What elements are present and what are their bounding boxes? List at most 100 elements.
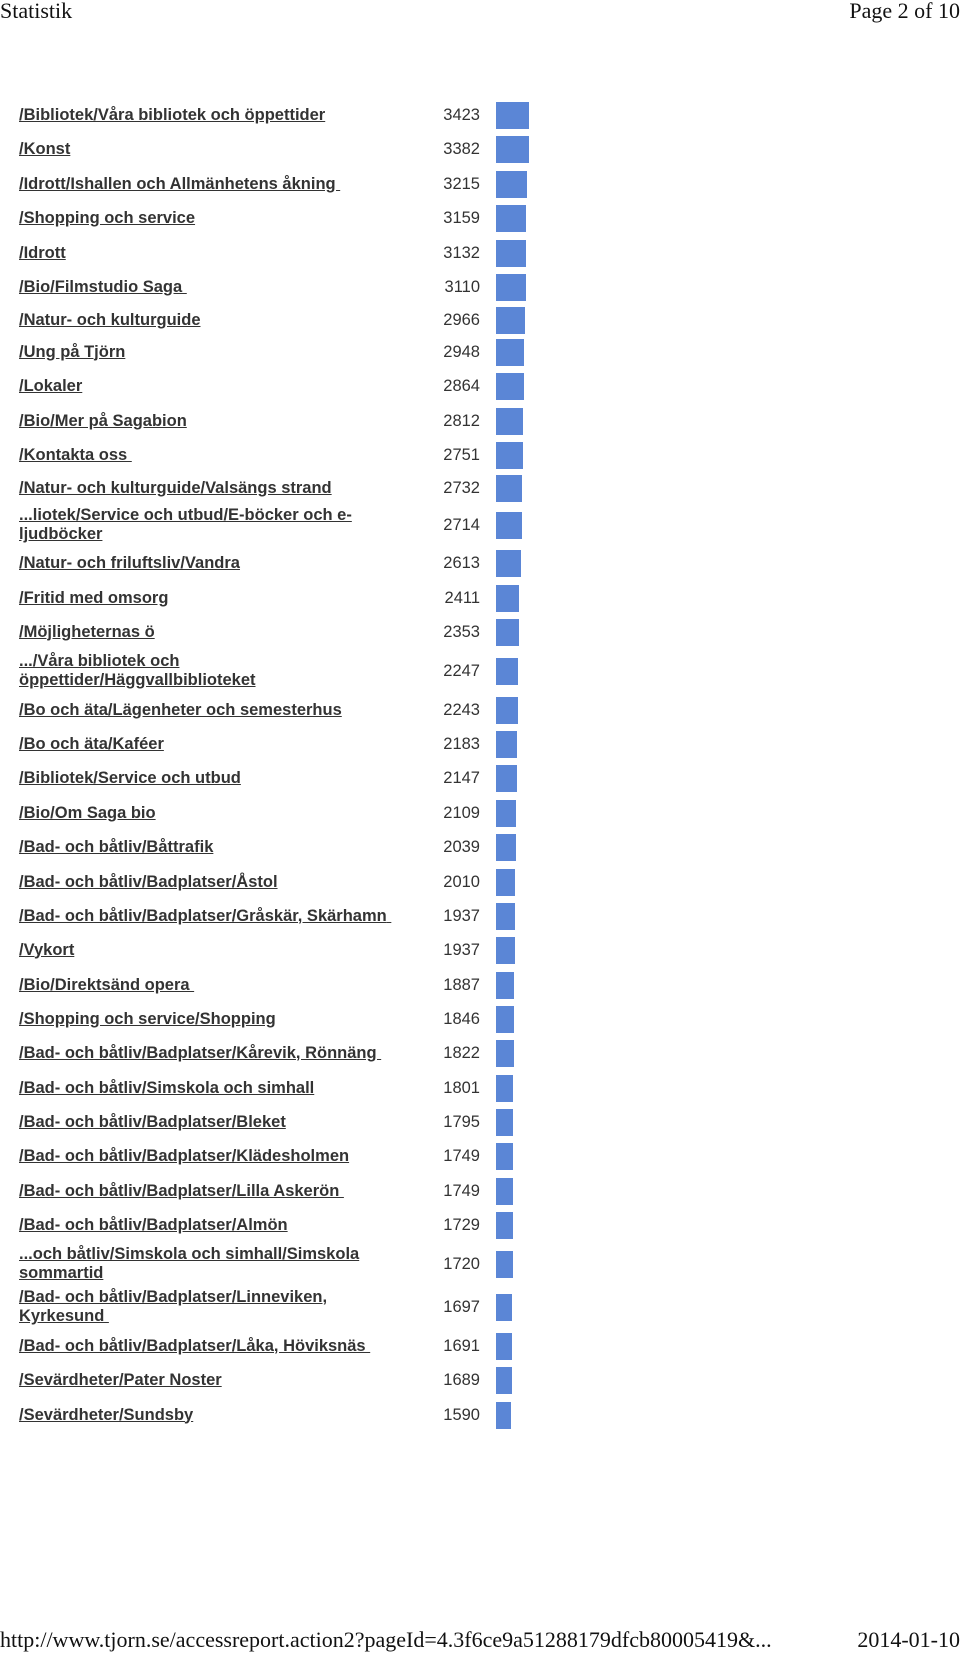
hit-count: 2411 xyxy=(444,588,480,607)
bar xyxy=(496,474,522,502)
bar xyxy=(496,1005,514,1033)
bar xyxy=(496,372,524,400)
hit-count: 1729 xyxy=(443,1215,480,1234)
page-link[interactable]: /Shopping och service/Shopping xyxy=(19,1010,389,1029)
hit-count: 1846 xyxy=(443,1009,480,1028)
bar xyxy=(496,441,523,469)
page-link[interactable]: /Bibliotek/Service och utbud xyxy=(19,769,389,788)
hit-count: 1697 xyxy=(443,1297,480,1316)
hit-count: 3110 xyxy=(444,277,480,296)
hit-count: 2183 xyxy=(443,734,480,753)
page-link[interactable]: /Bad- och båtliv/Båttrafik xyxy=(19,838,389,857)
page-link[interactable]: /Kontakta oss xyxy=(19,446,389,465)
bar xyxy=(496,407,523,435)
page-link[interactable]: /Bad- och båtliv/Badplatser/Gråskär, Skä… xyxy=(19,907,389,926)
page-link[interactable]: /Sevärdheter/Pater Noster xyxy=(19,1371,389,1390)
bar xyxy=(496,1250,513,1278)
hit-count: 1691 xyxy=(443,1336,480,1355)
hit-count: 3132 xyxy=(443,243,480,262)
bar xyxy=(496,764,517,792)
bar xyxy=(496,1039,514,1067)
hit-count: 2714 xyxy=(443,515,480,534)
page-link[interactable]: /Vykort xyxy=(19,941,389,960)
hit-count: 1822 xyxy=(443,1043,480,1062)
hit-count: 3215 xyxy=(443,174,480,193)
bar xyxy=(496,135,529,163)
hit-count: 1795 xyxy=(443,1112,480,1131)
hit-count: 1937 xyxy=(443,906,480,925)
page-link[interactable]: /Bio/Filmstudio Saga xyxy=(19,278,389,297)
bar xyxy=(496,1401,511,1429)
bar xyxy=(496,338,524,366)
page-link[interactable]: ...liotek/Service och utbud/E-böcker och… xyxy=(19,506,389,544)
bar xyxy=(496,306,525,334)
page-link[interactable]: /Natur- och friluftsliv/Vandra xyxy=(19,554,389,573)
bar xyxy=(496,799,516,827)
hit-count: 3382 xyxy=(443,139,480,158)
page-link[interactable]: /Bibliotek/Våra bibliotek och öppettider xyxy=(19,106,389,125)
page-link[interactable]: /Ung på Tjörn xyxy=(19,343,389,362)
hit-count: 1749 xyxy=(443,1181,480,1200)
bar xyxy=(496,1108,513,1136)
hit-count: 1749 xyxy=(443,1146,480,1165)
footer-url: http://www.tjorn.se/accessreport.action2… xyxy=(0,1627,772,1652)
hit-count: 2812 xyxy=(443,411,480,430)
bar xyxy=(496,618,519,646)
bar xyxy=(496,1211,513,1239)
page-link[interactable]: /Bo och äta/Kaféer xyxy=(19,735,389,754)
page-link[interactable]: ...och båtliv/Simskola och simhall/Simsk… xyxy=(19,1245,389,1283)
hit-count: 2039 xyxy=(443,837,480,856)
bar xyxy=(496,101,529,129)
page-link[interactable]: /Bad- och båtliv/Badplatser/Åstol xyxy=(19,873,389,892)
bar xyxy=(496,204,526,232)
page-link[interactable]: /Bio/Direktsänd opera xyxy=(19,976,389,995)
page-link[interactable]: /Idrott/Ishallen och Allmänhetens åkning xyxy=(19,175,389,194)
bar xyxy=(496,511,522,539)
bar xyxy=(496,170,527,198)
bar xyxy=(496,549,521,577)
page-link[interactable]: /Natur- och kulturguide/Valsängs strand xyxy=(19,479,389,498)
bar xyxy=(496,902,515,930)
page-link[interactable]: /Bad- och båtliv/Badplatser/Linneviken, … xyxy=(19,1288,389,1326)
page-link[interactable]: .../Våra bibliotek och öppettider/Häggva… xyxy=(19,652,389,690)
page-link[interactable]: /Fritid med omsorg xyxy=(19,589,389,608)
hit-count: 2247 xyxy=(443,661,480,680)
hit-count: 1801 xyxy=(443,1078,480,1097)
page-link[interactable]: /Bad- och båtliv/Badplatser/Almön xyxy=(19,1216,389,1235)
page-link[interactable]: /Bad- och båtliv/Badplatser/Lilla Askerö… xyxy=(19,1182,389,1201)
bar xyxy=(496,868,515,896)
page-link[interactable]: /Natur- och kulturguide xyxy=(19,311,389,330)
page-link[interactable]: /Möjligheternas ö xyxy=(19,623,389,642)
hit-count: 2109 xyxy=(443,803,480,822)
hit-count: 1937 xyxy=(443,940,480,959)
footer-date: 2014-01-10 xyxy=(857,1627,960,1652)
page-link[interactable]: /Sevärdheter/Sundsby xyxy=(19,1406,389,1425)
bar xyxy=(496,1332,512,1360)
bar xyxy=(496,1177,513,1205)
page-link[interactable]: /Bad- och båtliv/Badplatser/Klädesholmen xyxy=(19,1147,389,1166)
bar xyxy=(496,730,517,758)
bar xyxy=(496,971,514,999)
page-link[interactable]: /Bio/Mer på Sagabion xyxy=(19,412,389,431)
page-link[interactable]: /Bo och äta/Lägenheter och semesterhus xyxy=(19,701,389,720)
hit-count: 2864 xyxy=(443,376,480,395)
hit-count: 1689 xyxy=(443,1370,480,1389)
page-link[interactable]: /Bad- och båtliv/Simskola och simhall xyxy=(19,1079,389,1098)
bar xyxy=(496,696,518,724)
bar xyxy=(496,239,526,267)
page-link[interactable]: /Bio/Om Saga bio xyxy=(19,804,389,823)
page-link[interactable]: /Bad- och båtliv/Badplatser/Kårevik, Rön… xyxy=(19,1044,389,1063)
page-link[interactable]: /Bad- och båtliv/Badplatser/Låka, Höviks… xyxy=(19,1337,389,1356)
page-link[interactable]: /Konst xyxy=(19,140,389,159)
bar xyxy=(496,1293,512,1321)
page-link[interactable]: /Shopping och service xyxy=(19,209,389,228)
hit-count: 2751 xyxy=(443,445,480,464)
hit-count: 3159 xyxy=(443,208,480,227)
hit-count: 3423 xyxy=(443,105,480,124)
page-link[interactable]: /Idrott xyxy=(19,244,389,263)
page-link[interactable]: /Bad- och båtliv/Badplatser/Bleket xyxy=(19,1113,389,1132)
bar xyxy=(496,833,516,861)
bar xyxy=(496,936,515,964)
bar xyxy=(496,657,518,685)
page-link[interactable]: /Lokaler xyxy=(19,377,389,396)
